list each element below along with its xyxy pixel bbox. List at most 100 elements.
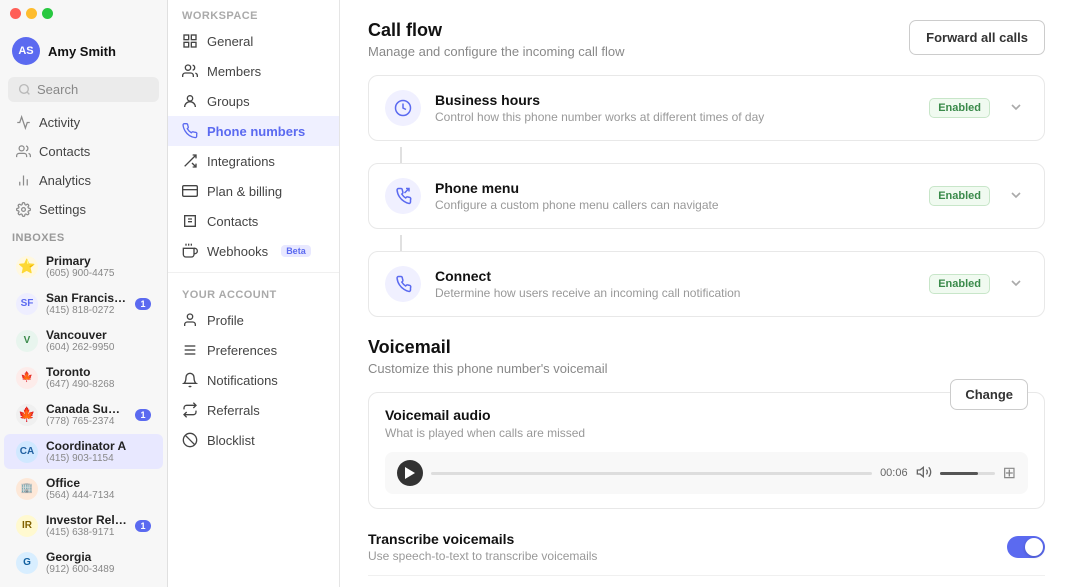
inbox-info: Coordinator A (415) 903-1154 <box>46 439 151 464</box>
nav-general[interactable]: General <box>168 26 339 56</box>
gear-icon <box>16 202 31 217</box>
business-hours-expand[interactable] <box>1004 95 1028 122</box>
analytics-icon <box>16 173 31 188</box>
phone-menu-status: Enabled <box>929 186 990 206</box>
nav-label: Phone numbers <box>207 124 305 139</box>
inbox-icon: V <box>16 330 38 352</box>
phone-menu-card[interactable]: Phone menu Configure a custom phone menu… <box>368 163 1045 229</box>
unread-badge: 1 <box>135 409 151 421</box>
unread-badge: 1 <box>135 520 151 532</box>
nav-plan-billing[interactable]: Plan & billing <box>168 176 339 206</box>
nav-notifications[interactable]: Notifications <box>168 365 339 395</box>
referrals-icon <box>182 402 198 418</box>
nav-blocklist[interactable]: Blocklist <box>168 425 339 455</box>
close-window[interactable] <box>10 8 21 19</box>
nav-contacts[interactable]: Contacts <box>168 206 339 236</box>
vm-audio-title: Voicemail audio <box>385 407 585 423</box>
nav-integrations[interactable]: Integrations <box>168 146 339 176</box>
business-hours-icon <box>385 90 421 126</box>
inbox-info: San Francisco1 (415) 818-0272 <box>46 291 127 316</box>
voicemail-title: Voicemail <box>368 337 1045 358</box>
account-section-label: Your account <box>168 279 339 305</box>
connect-status: Enabled <box>929 274 990 294</box>
nav-phone-numbers[interactable]: Phone numbers <box>168 116 339 146</box>
members-icon <box>182 63 198 79</box>
search-bar[interactable]: Search <box>8 77 159 102</box>
forward-all-calls-button[interactable]: Forward all calls <box>909 20 1045 55</box>
sidebar-item-analytics[interactable]: Analytics <box>4 167 163 194</box>
maximize-window[interactable] <box>42 8 53 19</box>
nav-members[interactable]: Members <box>168 56 339 86</box>
play-icon <box>405 467 415 479</box>
sidebar-item-activity[interactable]: Activity <box>4 109 163 136</box>
contacts-icon <box>182 213 198 229</box>
inbox-icon: ⭐ <box>16 256 38 278</box>
preferences-icon <box>182 342 198 358</box>
nav-label: Referrals <box>207 403 260 418</box>
user-header: AS Amy Smith <box>0 27 167 75</box>
nav-label: Plan & billing <box>207 184 282 199</box>
inbox-item-office[interactable]: 🏢 Office (564) 444-7134 <box>4 471 163 506</box>
connect-desc: Determine how users receive an incoming … <box>435 286 915 300</box>
inbox-info: Investor Relations (415) 638-9171 <box>46 513 127 538</box>
change-voicemail-button[interactable]: Change <box>950 379 1028 410</box>
volume-bar[interactable] <box>940 472 995 475</box>
voicemail-audio-card: Voicemail audio What is played when call… <box>368 392 1045 509</box>
business-hours-card[interactable]: Business hours Control how this phone nu… <box>368 75 1045 141</box>
avatar: AS <box>12 37 40 65</box>
transcribe-title: Transcribe voicemails <box>368 531 597 547</box>
connect-expand[interactable] <box>1004 271 1028 298</box>
inbox-item-primary[interactable]: ⭐ Primary (605) 900-4475 <box>4 249 163 284</box>
webhooks-icon <box>182 243 198 259</box>
connect-card[interactable]: Connect Determine how users receive an i… <box>368 251 1045 317</box>
audio-progress[interactable] <box>431 472 872 475</box>
phone-menu-icon <box>385 178 421 214</box>
inbox-item-canada-support[interactable]: 🍁 Canada Support (778) 765-2374 1 <box>4 397 163 432</box>
toggle-knob <box>1025 538 1043 556</box>
nav-groups[interactable]: Groups <box>168 86 339 116</box>
user-name: Amy Smith <box>48 44 116 59</box>
connect-info: Connect Determine how users receive an i… <box>435 268 915 300</box>
transcribe-toggle[interactable] <box>1007 536 1045 558</box>
billing-icon <box>182 183 198 199</box>
inbox-item-vancouver[interactable]: V Vancouver (604) 262-9950 <box>4 323 163 358</box>
phone-menu-info: Phone menu Configure a custom phone menu… <box>435 180 915 212</box>
inbox-info: Canada Support (778) 765-2374 <box>46 402 127 427</box>
mute-button[interactable] <box>916 464 932 483</box>
blocklist-icon <box>182 432 198 448</box>
sidebar-item-label: Settings <box>39 202 86 217</box>
nav-label: General <box>207 34 253 49</box>
chevron-down-icon <box>1008 99 1024 115</box>
voicemail-subtitle: Customize this phone number's voicemail <box>368 361 1045 376</box>
inbox-item-georgia[interactable]: G Georgia (912) 600-3489 <box>4 545 163 580</box>
sidebar-item-contacts[interactable]: Contacts <box>4 138 163 165</box>
inbox-item-toronto[interactable]: 🍁 Toronto (647) 490-8268 <box>4 360 163 395</box>
time-label: 00:06 <box>880 467 908 479</box>
inbox-item-investor[interactable]: IR Investor Relations (415) 638-9171 1 <box>4 508 163 543</box>
transcribe-info: Transcribe voicemails Use speech-to-text… <box>368 531 597 563</box>
nav-webhooks[interactable]: Webhooks Beta <box>168 236 339 266</box>
nav-label: Contacts <box>207 214 258 229</box>
phone-menu-desc: Configure a custom phone menu callers ca… <box>435 198 915 212</box>
inbox-icon: 🍁 <box>16 367 38 389</box>
nav-referrals[interactable]: Referrals <box>168 395 339 425</box>
volume-fill <box>940 472 979 475</box>
inbox-item-sf1[interactable]: SF San Francisco1 (415) 818-0272 1 <box>4 286 163 321</box>
inbox-info: Office (564) 444-7134 <box>46 476 151 501</box>
sidebar-item-settings[interactable]: Settings <box>4 196 163 223</box>
sidebar-left: AS Amy Smith Search Activity Contacts An… <box>0 0 168 587</box>
call-flow-title-group: Call flow Manage and configure the incom… <box>368 20 625 59</box>
inbox-icon: IR <box>16 515 38 537</box>
nav-profile[interactable]: Profile <box>168 305 339 335</box>
play-button[interactable] <box>397 460 423 486</box>
minimize-window[interactable] <box>26 8 37 19</box>
call-flow-subtitle: Manage and configure the incoming call f… <box>368 44 625 59</box>
inbox-item-coordinator-a[interactable]: CA Coordinator A (415) 903-1154 <box>4 434 163 469</box>
inbox-item-healthcare[interactable]: H Healthcare (310) 445-9566 <box>4 582 163 587</box>
inbox-icon: 🏢 <box>16 478 38 500</box>
phone-menu-expand[interactable] <box>1004 183 1028 210</box>
nav-label: Profile <box>207 313 244 328</box>
add-audio-button[interactable]: ⊞ <box>1003 463 1016 483</box>
audio-player: 00:06 ⊞ <box>385 452 1028 494</box>
nav-preferences[interactable]: Preferences <box>168 335 339 365</box>
